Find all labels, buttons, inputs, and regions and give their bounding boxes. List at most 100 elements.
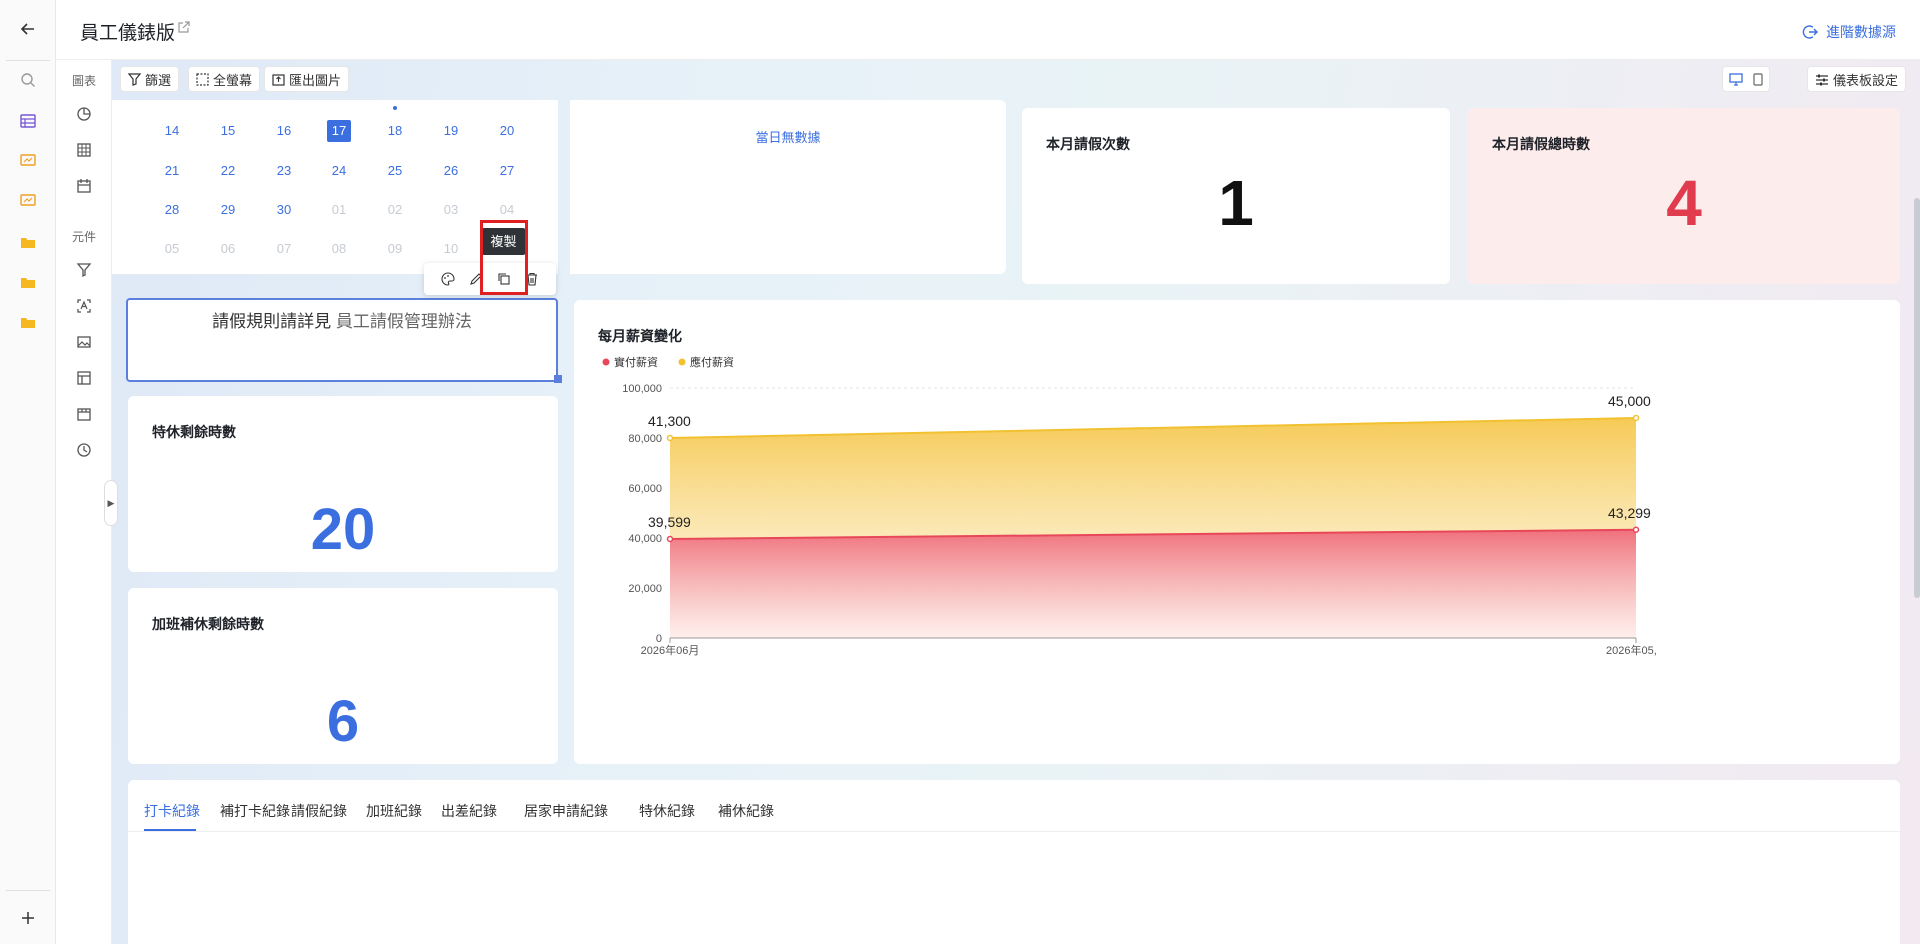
export-image-button[interactable]: 匯出圖片 (264, 66, 350, 92)
annual-leave-card[interactable]: 特休剩餘時數 20 (128, 396, 558, 572)
calendar-day[interactable]: 28 (160, 199, 184, 221)
dashboard-settings-button[interactable]: 儀表板設定 (1807, 66, 1907, 92)
filter-icon[interactable] (73, 259, 95, 281)
calendar-day[interactable]: 12 (439, 100, 463, 102)
tab-6[interactable]: 特休紀錄 (639, 801, 695, 821)
calendar-day[interactable]: 26 (439, 160, 463, 182)
calendar-day[interactable]: 13 (495, 100, 519, 102)
calendar-day[interactable]: 30 (272, 199, 296, 221)
calendar-day[interactable]: 14 (160, 120, 184, 142)
calendar-day[interactable]: 01 (327, 199, 351, 221)
calendar-day[interactable]: 09 (383, 238, 407, 260)
y-tick-label: 0 (656, 633, 662, 645)
leave-count-card[interactable]: 本月請假次數 1 (1022, 108, 1450, 284)
calendar-day[interactable]: 15 (216, 120, 240, 142)
copy-highlight-box (480, 220, 528, 295)
layout-icon[interactable] (73, 367, 95, 389)
calendar-day[interactable]: 07 (272, 238, 296, 260)
leave-count-value: 1 (1218, 167, 1254, 239)
calendar-day[interactable]: 18 (383, 120, 407, 142)
search-icon[interactable] (16, 68, 40, 92)
export-image-label: 匯出圖片 (289, 72, 342, 88)
calendar-day[interactable]: 19 (439, 120, 463, 142)
add-icon[interactable] (16, 906, 40, 930)
style-palette-icon[interactable] (440, 271, 456, 287)
fullscreen-button[interactable]: 全螢幕 (188, 66, 261, 92)
calendar-day[interactable]: 07 (160, 100, 184, 102)
data-point (666, 535, 674, 543)
back-arrow-icon[interactable] (16, 17, 40, 41)
pie-chart-icon[interactable] (73, 103, 95, 125)
external-link-icon[interactable] (177, 21, 190, 39)
filter-button[interactable]: 篩選 (120, 66, 180, 92)
dashboard-active-icon[interactable] (16, 189, 40, 213)
calendar-day[interactable]: 20 (495, 120, 519, 142)
calendar-day[interactable]: 09 (272, 100, 296, 102)
advanced-datasource-button[interactable]: 進階數據源 (1802, 22, 1896, 42)
dashboard-icon[interactable] (16, 149, 40, 173)
calendar-day[interactable]: 02 (383, 199, 407, 221)
resize-handle[interactable] (554, 375, 562, 383)
comp-leave-card[interactable]: 加班補休剩餘時數 6 (128, 588, 558, 764)
folder-icon[interactable] (16, 230, 40, 254)
folder-icon[interactable] (16, 310, 40, 334)
calendar-day[interactable]: 21 (160, 160, 184, 182)
component-section-label: 元件 (71, 230, 96, 244)
calendar-event-dot (393, 106, 397, 110)
annual-leave-value: 20 (310, 497, 376, 562)
y-tick-label: 40,000 (628, 533, 662, 545)
calendar-day[interactable]: 04 (495, 199, 519, 221)
tabs-component-icon[interactable] (73, 403, 95, 425)
calendar-day[interactable]: 16 (272, 120, 296, 142)
salary-chart-card[interactable]: 每月薪資變化 100,000 80,000 60,000 40,000 20,000 0 實… (574, 300, 1900, 764)
calendar-day[interactable]: 08 (327, 238, 351, 260)
calendar-day[interactable]: 10 (439, 238, 463, 260)
view-mode-switch[interactable] (1722, 66, 1770, 92)
calendar-day-selected[interactable]: 17 (327, 120, 351, 142)
panel-collapse-handle[interactable]: ▶ (104, 480, 118, 526)
day-detail-card: 當日無數據 (570, 100, 1006, 274)
legend-marker (602, 358, 610, 366)
clock-icon[interactable] (73, 439, 95, 461)
calendar-day[interactable]: 22 (216, 160, 240, 182)
calendar-day[interactable]: 23 (272, 160, 296, 182)
table-view-icon[interactable] (16, 109, 40, 133)
calendar-day[interactable]: 08 (216, 100, 240, 102)
export-image-icon (272, 73, 285, 86)
tab-divider (128, 831, 1900, 832)
desktop-view-icon[interactable] (1729, 72, 1743, 86)
calendar-icon[interactable] (73, 175, 95, 197)
mobile-view-icon[interactable] (1753, 72, 1763, 86)
tab-1[interactable]: 補打卡紀錄 (220, 801, 290, 821)
calendar-day[interactable]: 27 (495, 160, 519, 182)
chart-section-label: 圖表 (71, 74, 96, 88)
image-icon[interactable] (73, 331, 95, 353)
canvas-scrollbar[interactable] (1914, 198, 1920, 598)
data-point (666, 434, 674, 442)
datasource-icon (1802, 25, 1818, 39)
calendar-day[interactable]: 05 (160, 238, 184, 260)
calendar-day[interactable]: 25 (383, 160, 407, 182)
text-box-icon[interactable] (73, 295, 95, 317)
calendar-day[interactable]: 11 (383, 100, 407, 102)
comp-leave-title: 加班補休剩餘時數 (152, 616, 264, 632)
leave-policy-link[interactable]: 員工請假管理辦法 (336, 312, 472, 331)
calendar-day[interactable]: 10 (327, 100, 351, 102)
tab-3[interactable]: 加班紀錄 (366, 801, 422, 821)
calendar-day[interactable]: 24 (327, 160, 351, 182)
calendar-day[interactable]: 06 (216, 238, 240, 260)
tab-0[interactable]: 打卡紀錄 (144, 801, 200, 821)
calendar-day[interactable]: 03 (439, 199, 463, 221)
table-icon[interactable] (73, 139, 95, 161)
annual-leave-title: 特休剩餘時數 (152, 424, 236, 440)
tab-4[interactable]: 出差紀錄 (441, 801, 497, 821)
tab-5[interactable]: 居家申請紀錄 (524, 801, 608, 821)
folder-icon[interactable] (16, 270, 40, 294)
tab-7[interactable]: 補休紀錄 (718, 801, 774, 821)
leave-rule-note[interactable]: 請假規則請詳見 員工請假管理辦法 (126, 298, 558, 382)
calendar-day[interactable]: 29 (216, 199, 240, 221)
tab-2[interactable]: 請假紀錄 (291, 801, 347, 821)
x-tick-label: 2026年06月 (641, 643, 700, 657)
leave-hours-card[interactable]: 本月請假總時數 4 (1468, 108, 1900, 284)
page-title: 員工儀錶版 (80, 23, 176, 44)
